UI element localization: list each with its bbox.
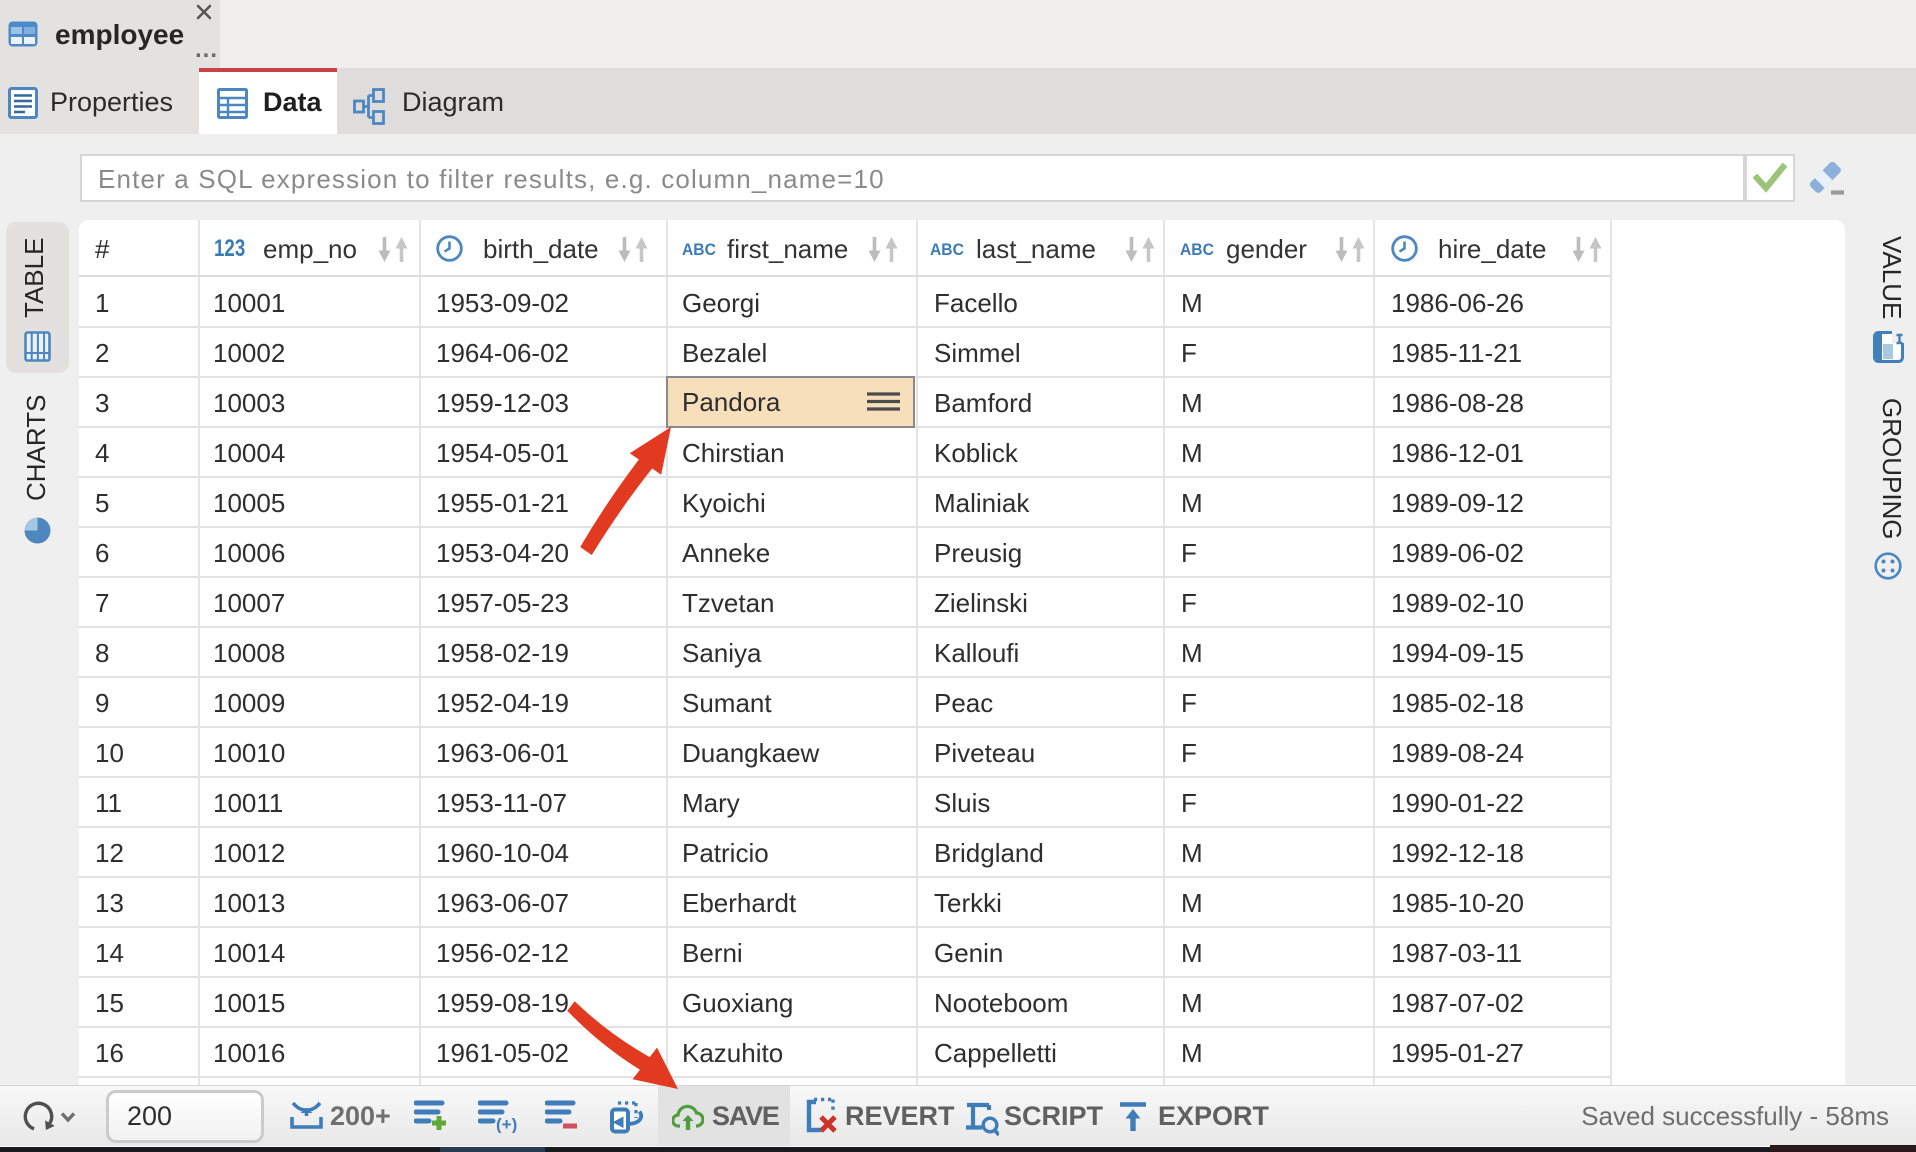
- svg-text:(+): (+): [496, 1115, 517, 1133]
